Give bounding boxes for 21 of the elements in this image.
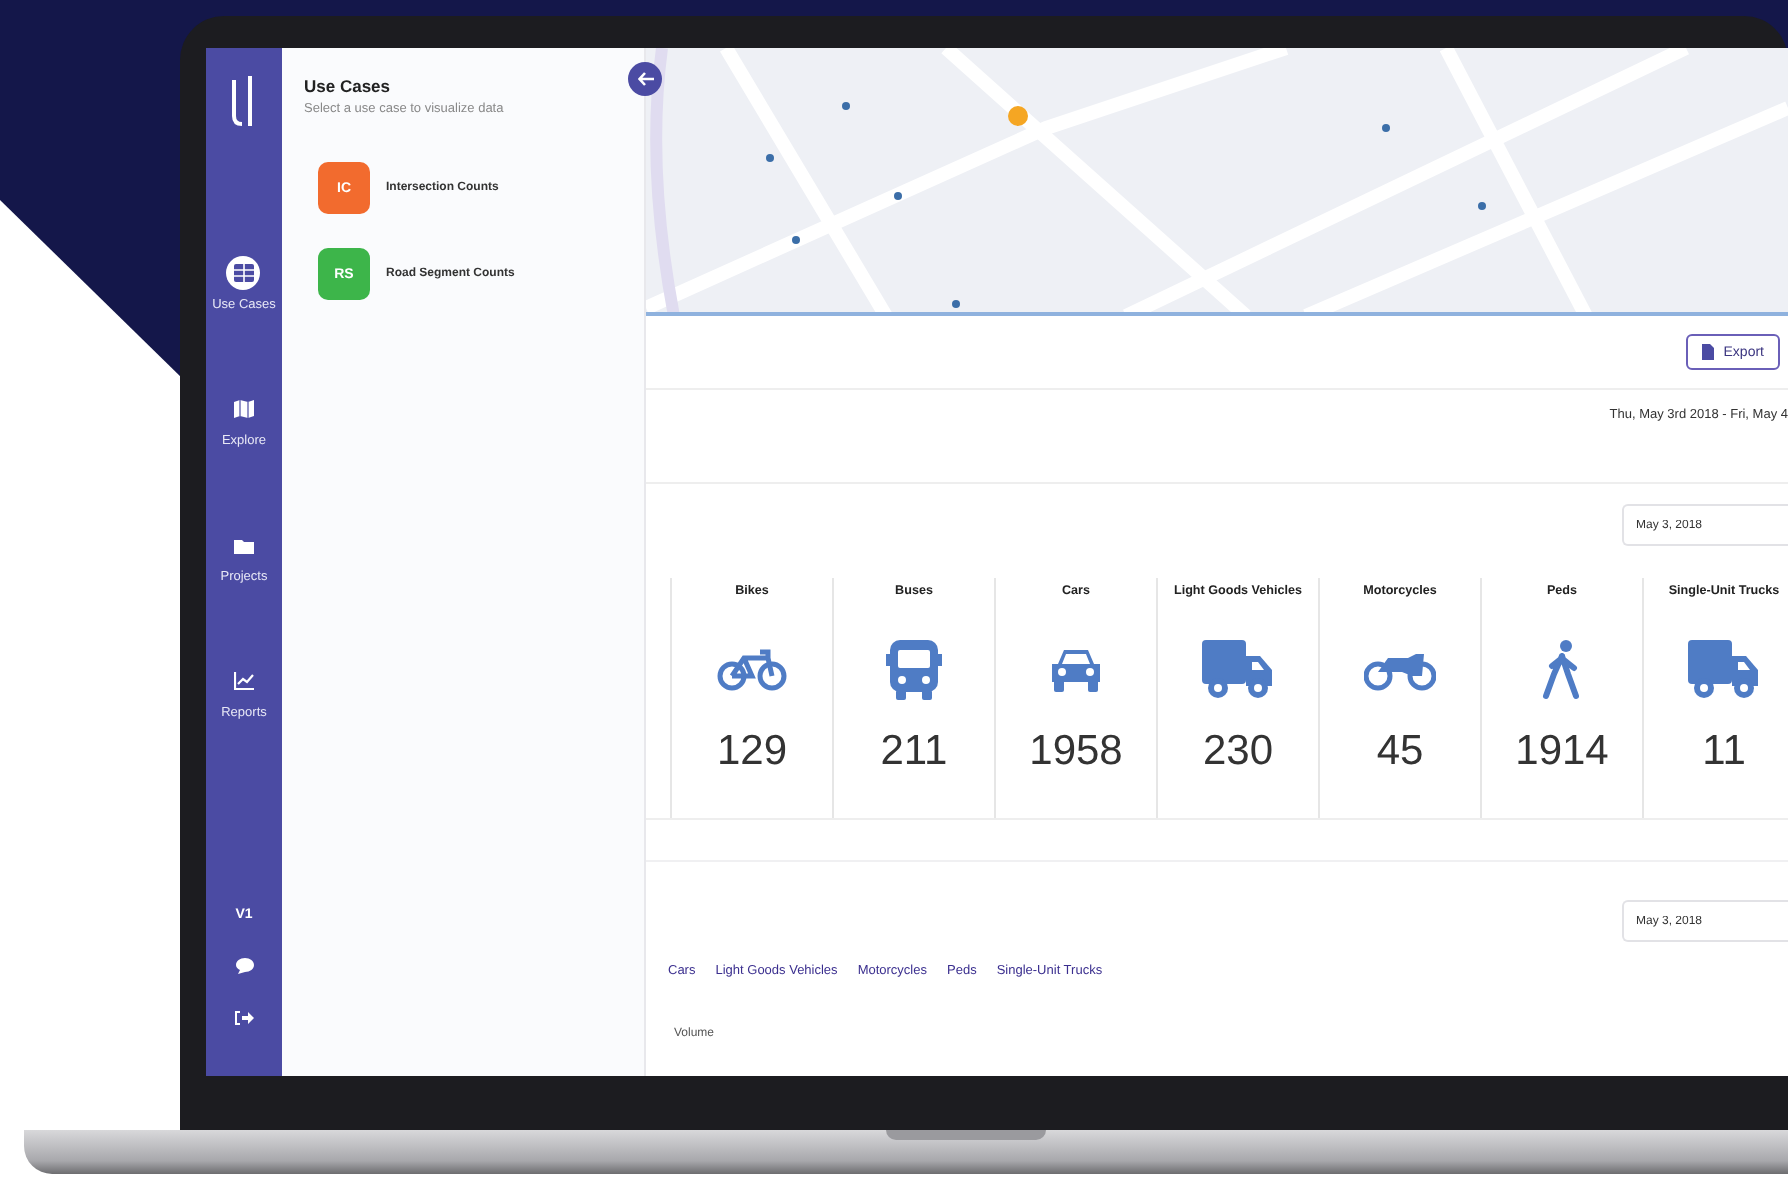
document-icon [1701,344,1714,360]
count-value: 211 [880,728,948,776]
logo-icon [230,72,258,128]
chart-icon [233,672,254,690]
grid-icon [233,264,254,282]
map-icon [233,400,254,418]
count-value: 45 [1376,728,1424,776]
count-value: 1914 [1515,728,1609,776]
folder-icon [233,537,254,553]
arrow-left-icon [637,72,653,86]
panel-title: Use Cases [304,76,393,96]
chat-icon[interactable] [235,958,253,974]
count-value: 1958 [1029,728,1123,776]
count-value: 230 [1202,728,1274,776]
bus-icon [886,640,942,700]
truck-icon [1202,640,1274,700]
count-value: 129 [716,728,788,776]
count-value: 11 [1702,728,1746,776]
logout-icon[interactable] [234,1010,254,1026]
walking-person-icon [1542,640,1582,700]
truck-icon [1688,640,1760,700]
